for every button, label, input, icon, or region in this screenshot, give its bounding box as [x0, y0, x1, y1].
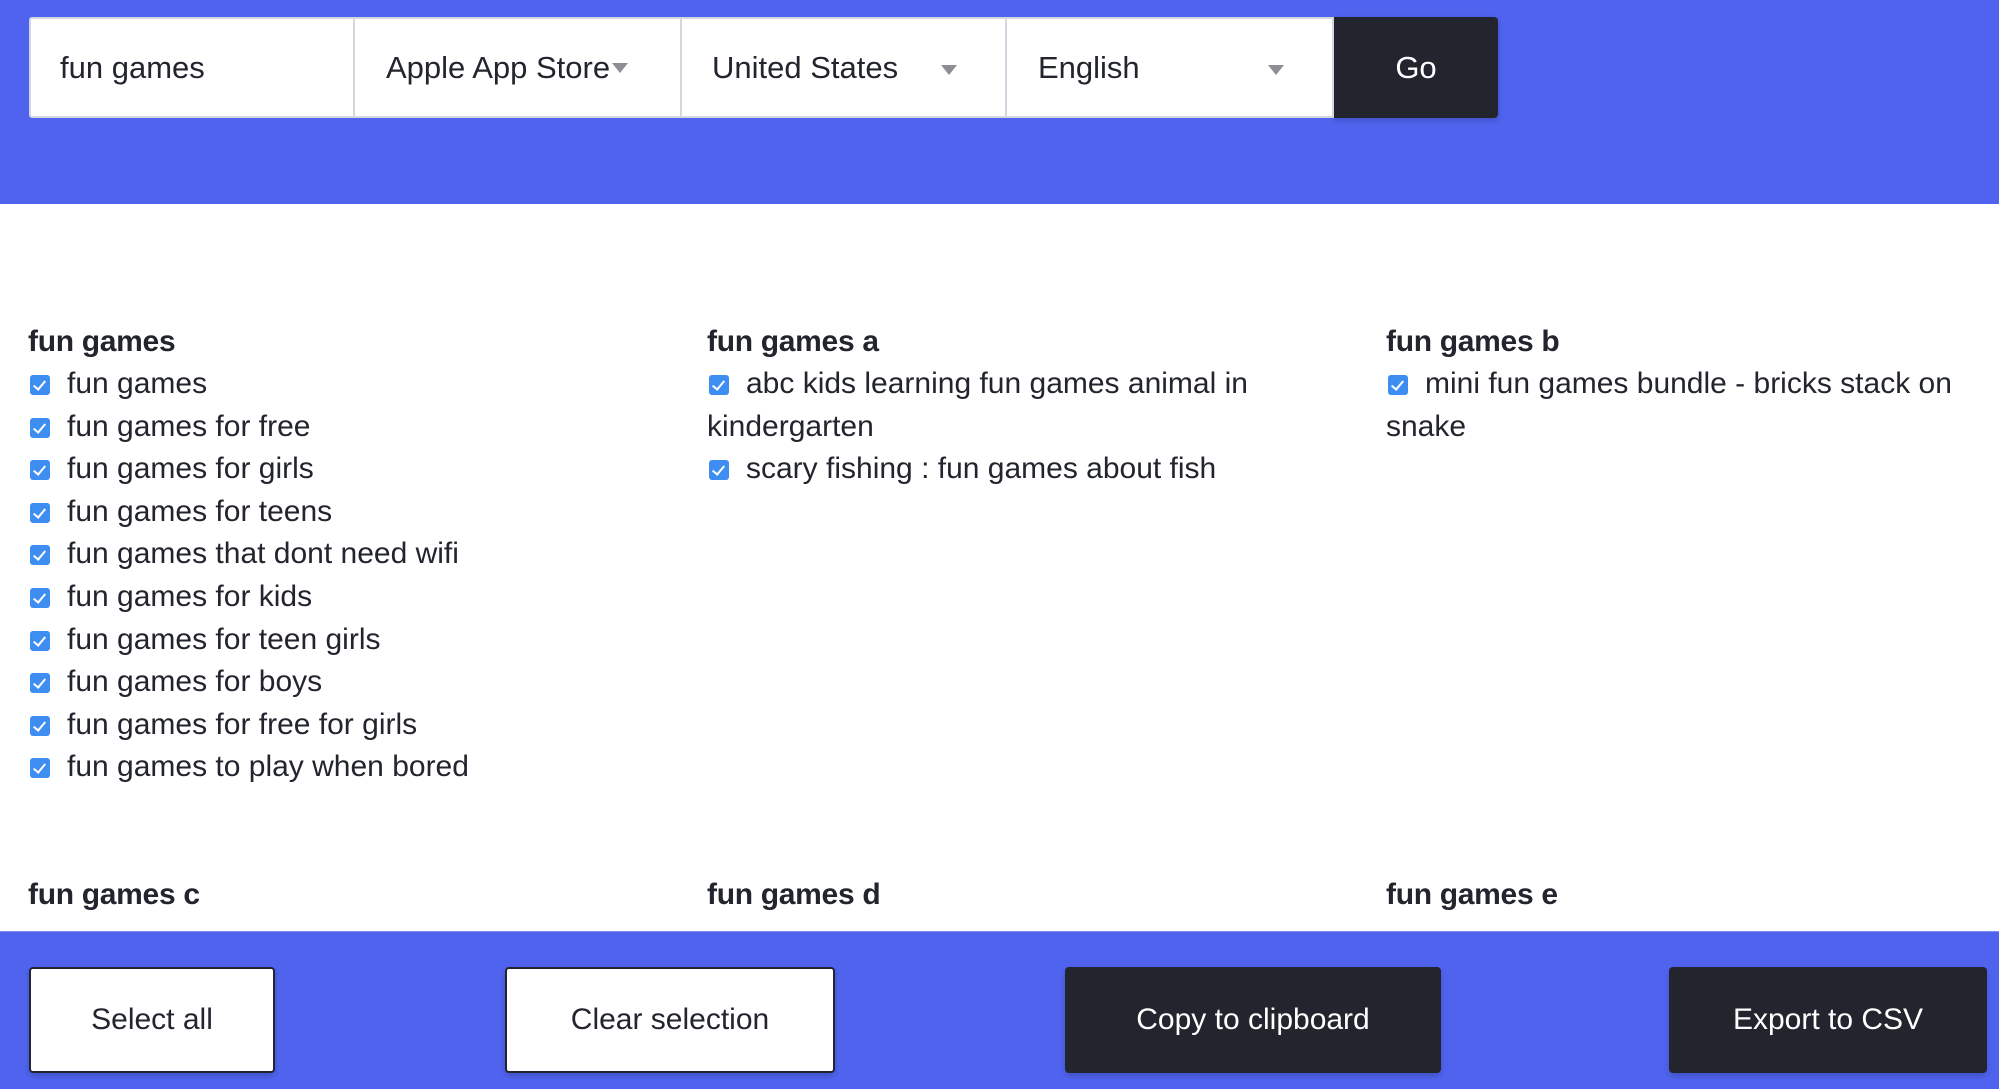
- keyword-item-label: fun games to play when bored: [67, 750, 469, 784]
- checkbox-checked-icon[interactable]: [30, 715, 50, 736]
- keyword-item-label: fun games: [67, 367, 208, 400]
- keyword-group: fun games fun games fun games for free fun…: [28, 321, 678, 789]
- checkbox-checked-icon[interactable]: [1388, 375, 1408, 395]
- keyword-item-label: mini fun games bundle - bricks stack on …: [1386, 367, 1952, 443]
- keyword-item[interactable]: scary fishing : fun games about fish: [707, 448, 1307, 491]
- clear-selection-button[interactable]: Clear selection: [505, 967, 835, 1073]
- keyword-item-label: fun games for teens: [67, 494, 333, 528]
- checkbox-checked-icon[interactable]: [30, 673, 50, 694]
- select-all-button[interactable]: Select all: [29, 967, 275, 1073]
- header-bar: Apple App Store United States English Go: [0, 0, 1999, 204]
- store-select-value: Apple App Store: [386, 49, 611, 85]
- checkbox-checked-icon[interactable]: [30, 417, 50, 438]
- checkbox-checked-icon[interactable]: [30, 375, 50, 395]
- search-bar: Apple App Store United States English Go: [29, 17, 1498, 118]
- keyword-item[interactable]: fun games for teen girls: [28, 619, 678, 662]
- group-title: fun games d: [707, 878, 881, 911]
- keyword-group: fun games d: [707, 874, 1307, 916]
- group-title: fun games a: [707, 325, 879, 358]
- keyword-group: fun games b mini fun games bundle - bric…: [1386, 321, 1986, 448]
- checkbox-checked-icon[interactable]: [30, 502, 50, 523]
- keyword-item-label: fun games for kids: [67, 579, 313, 613]
- keyword-item[interactable]: fun games: [28, 363, 678, 406]
- keyword-item-label: fun games for teen girls: [67, 622, 381, 656]
- keyword-field[interactable]: [29, 17, 355, 118]
- results-area: fun games fun games fun games for free fun…: [0, 204, 1999, 931]
- country-select-value: United States: [712, 49, 899, 85]
- keyword-item[interactable]: abc kids learning fun games animal in ki…: [707, 363, 1307, 448]
- keyword-item[interactable]: fun games for boys: [28, 661, 678, 704]
- group-title: fun games e: [1386, 878, 1558, 911]
- chevron-down-icon: [1268, 65, 1284, 75]
- keyword-item[interactable]: fun games that dont need wifi: [28, 533, 678, 576]
- keyword-item[interactable]: mini fun games bundle - bricks stack on …: [1386, 363, 1986, 448]
- language-select[interactable]: English: [1007, 17, 1334, 118]
- keyword-group: fun games a abc kids learning fun games …: [707, 321, 1307, 491]
- group-title: fun games: [28, 325, 176, 358]
- keyword-item[interactable]: fun games for teens: [28, 491, 678, 534]
- checkbox-checked-icon[interactable]: [30, 630, 50, 651]
- keyword-group: fun games c: [28, 874, 678, 916]
- keyword-item[interactable]: fun games for girls: [28, 448, 678, 491]
- checkbox-checked-icon[interactable]: [30, 545, 50, 566]
- checkbox-checked-icon[interactable]: [30, 758, 50, 779]
- keyword-item[interactable]: fun games to play when bored: [28, 746, 678, 789]
- action-bar: Select all Clear selection Copy to clipb…: [0, 931, 1999, 1089]
- checkbox-checked-icon[interactable]: [30, 587, 50, 608]
- keyword-item-label: fun games that dont need wifi: [67, 537, 459, 571]
- keyword-item-label: fun games for free: [67, 409, 311, 443]
- checkbox-checked-icon[interactable]: [709, 460, 729, 481]
- keyword-item[interactable]: fun games for kids: [28, 576, 678, 619]
- country-select[interactable]: United States: [682, 17, 1007, 118]
- keyword-item[interactable]: fun games for free: [28, 406, 678, 449]
- checkbox-checked-icon[interactable]: [30, 460, 50, 481]
- group-title: fun games b: [1386, 325, 1560, 358]
- group-items: mini fun games bundle - bricks stack on …: [1386, 363, 1986, 448]
- keyword-item[interactable]: fun games for free for girls: [28, 704, 678, 747]
- go-button[interactable]: Go: [1334, 17, 1498, 118]
- chevron-down-icon: [941, 65, 957, 75]
- keyword-item-label: abc kids learning fun games animal in ki…: [707, 367, 1248, 443]
- group-items: fun games fun games for free fun games for…: [28, 363, 678, 789]
- keyword-item-label: fun games for free for girls: [67, 707, 418, 741]
- keyword-group: fun games e: [1386, 874, 1986, 916]
- group-items: abc kids learning fun games animal in ki…: [707, 363, 1307, 491]
- group-title: fun games c: [28, 878, 200, 911]
- checkbox-checked-icon[interactable]: [709, 375, 729, 395]
- export-csv-button[interactable]: Export to CSV: [1669, 967, 1987, 1073]
- keyword-item-label: scary fishing : fun games about fish: [746, 452, 1217, 486]
- copy-to-clipboard-button[interactable]: Copy to clipboard: [1065, 967, 1441, 1073]
- language-select-value: English: [1038, 49, 1140, 85]
- chevron-down-icon: [612, 62, 629, 73]
- keyword-input[interactable]: [60, 49, 353, 86]
- keyword-item-label: fun games for girls: [67, 452, 314, 486]
- keyword-item-label: fun games for boys: [67, 665, 323, 699]
- store-select[interactable]: Apple App Store: [355, 17, 682, 118]
